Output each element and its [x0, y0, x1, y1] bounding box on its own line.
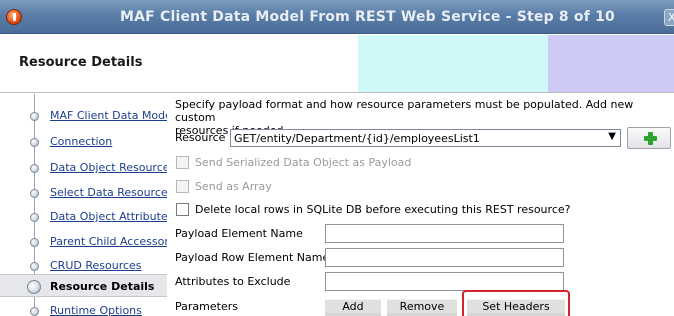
send-as-array-checkbox[interactable] — [176, 180, 189, 193]
remove-parameter-button[interactable]: Remove — [387, 299, 457, 316]
delete-local-rows-checkbox[interactable] — [176, 203, 189, 216]
step-dot-icon — [30, 213, 39, 222]
step-dot-icon — [30, 138, 39, 147]
nav-item-label: Resource Details — [50, 280, 155, 293]
window-title-bar: MAF Client Data Model From REST Web Serv… — [0, 0, 674, 34]
step-dot-icon — [30, 112, 39, 121]
window-title: MAF Client Data Model From REST Web Serv… — [120, 9, 615, 25]
attributes-exclude-label: Attributes to Exclude — [175, 275, 291, 288]
nav-item-connection[interactable]: Connection — [0, 130, 167, 153]
attributes-exclude-field[interactable] — [325, 272, 564, 291]
add-resource-button[interactable] — [627, 127, 671, 149]
nav-item-data-object-attributes[interactable]: Data Object Attributes — [0, 205, 167, 228]
parameters-label: Parameters — [175, 300, 238, 313]
step-dot-icon — [30, 307, 39, 316]
nav-item-resource-details[interactable]: Resource Details — [0, 274, 167, 297]
add-parameter-button[interactable]: Add — [325, 299, 381, 316]
nav-item-label[interactable]: Runtime Options — [50, 304, 167, 316]
current-step-icon — [27, 280, 41, 294]
payload-row-element-field[interactable] — [325, 248, 564, 267]
nav-item-label[interactable]: Data Object Resources — [50, 161, 167, 174]
send-as-array-label: Send as Array — [195, 180, 272, 193]
nav-item-data-object-resources[interactable]: Data Object Resources — [0, 156, 167, 179]
nav-item-maf-client-data-model[interactable]: MAF Client Data Model — [0, 104, 167, 127]
resource-dropdown-value: GET/entity/Department/{id}/employeesList… — [234, 132, 480, 145]
nav-item-parent-child-accessors[interactable]: Parent Child Accessors — [0, 230, 167, 253]
nav-item-label[interactable]: Connection — [50, 135, 167, 148]
page-header: Resource Details — [0, 35, 674, 93]
nav-item-label[interactable]: Data Object Attributes — [50, 210, 167, 223]
resource-label: Resource — [175, 131, 226, 144]
resource-dropdown[interactable]: GET/entity/Department/{id}/employeesList… — [230, 129, 621, 147]
nav-item-label[interactable]: Parent Child Accessors — [50, 235, 167, 248]
step-dot-icon — [30, 262, 39, 271]
header-decoration-purple — [548, 35, 674, 92]
step-dot-icon — [30, 189, 39, 198]
instructions-line: Specify payload format and how resource … — [175, 98, 634, 124]
payload-row-label: Payload Row Element Name — [175, 251, 330, 264]
nav-item-select-data-resources[interactable]: Select Data Resources — [0, 181, 167, 204]
dropdown-arrow-icon[interactable]: ▼ — [608, 131, 616, 142]
payload-element-field[interactable] — [325, 224, 564, 243]
resource-details-panel: Specify payload format and how resource … — [175, 94, 674, 316]
delete-local-rows-label: Delete local rows in SQLite DB before ex… — [195, 203, 571, 216]
app-icon — [6, 9, 22, 25]
step-dot-icon — [30, 238, 39, 247]
plus-icon — [644, 132, 657, 145]
wizard-steps-nav: MAF Client Data Model Connection Data Ob… — [0, 94, 167, 316]
send-serialized-checkbox[interactable] — [176, 156, 189, 169]
nav-item-label[interactable]: Select Data Resources — [50, 186, 167, 199]
send-serialized-label: Send Serialized Data Object as Payload — [195, 156, 412, 169]
header-decoration-cyan — [358, 35, 548, 92]
nav-item-runtime-options[interactable]: Runtime Options — [0, 299, 167, 316]
page-title: Resource Details — [19, 55, 143, 70]
nav-item-label[interactable]: MAF Client Data Model — [50, 109, 167, 122]
close-icon[interactable]: X — [664, 9, 674, 26]
step-dot-icon — [30, 164, 39, 173]
nav-item-label[interactable]: CRUD Resources — [50, 259, 167, 272]
payload-element-label: Payload Element Name — [175, 227, 303, 240]
set-headers-highlight — [462, 290, 570, 316]
